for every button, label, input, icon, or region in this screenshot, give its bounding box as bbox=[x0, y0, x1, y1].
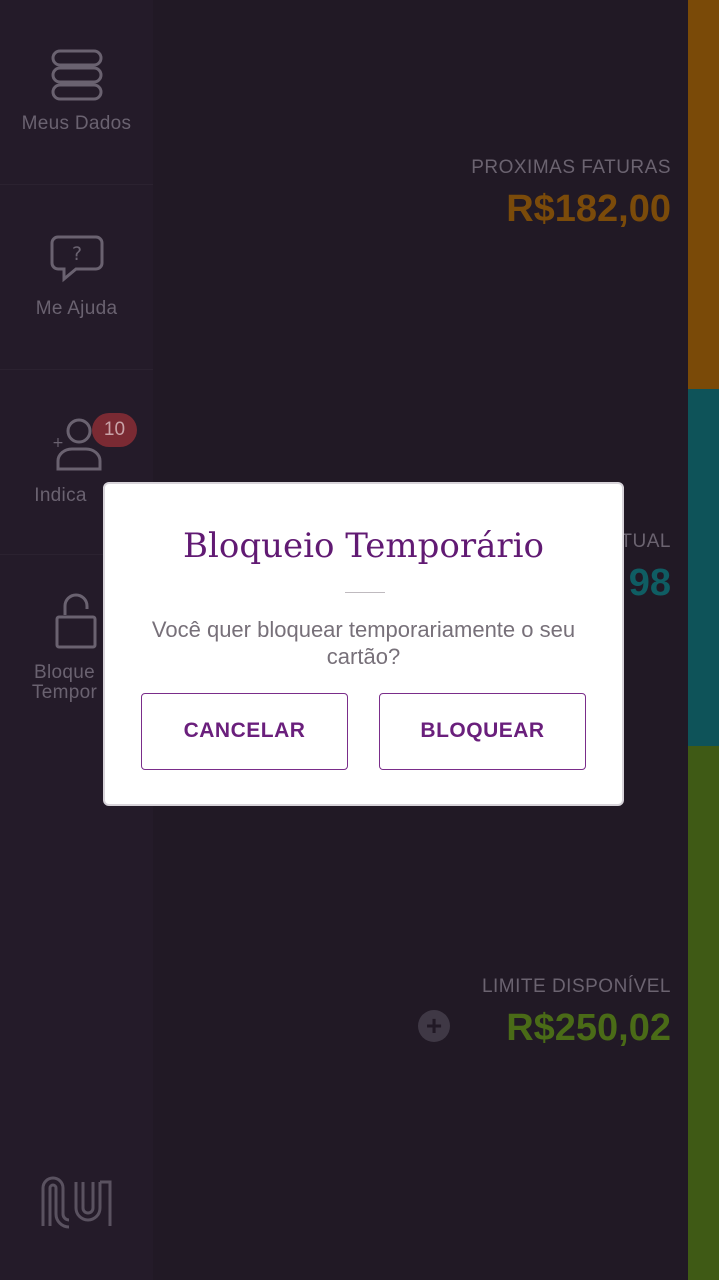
svg-text:?: ? bbox=[72, 243, 82, 265]
database-icon bbox=[51, 49, 103, 106]
nu-logo bbox=[40, 1174, 114, 1237]
cancel-button[interactable]: CANCELAR bbox=[141, 693, 348, 770]
available-limit-label: LIMITE DISPONÍVEL bbox=[481, 976, 671, 997]
next-invoices-label: PROXIMAS FATURAS bbox=[471, 157, 671, 178]
current-invoice-section[interactable]: TUAL 98 bbox=[620, 531, 671, 605]
dialog-divider bbox=[345, 592, 385, 593]
color-strip-green bbox=[688, 746, 719, 1280]
available-limit-amount: R$250,02 bbox=[506, 1007, 671, 1049]
next-invoices-section[interactable]: PROXIMAS FATURAS R$182,00 bbox=[471, 157, 671, 231]
dialog-message: Você quer bloquear temporariamente o seu… bbox=[151, 617, 576, 669]
sidebar-item-label: Meus Dados bbox=[21, 113, 132, 134]
block-card-dialog: Bloqueio Temporário Você quer bloquear t… bbox=[103, 482, 624, 806]
current-invoice-amount: 98 bbox=[628, 562, 671, 604]
svg-text:+: + bbox=[52, 435, 64, 451]
sidebar-item-me-ajuda[interactable]: ? Me Ajuda bbox=[0, 185, 153, 370]
sidebar-item-meus-dados[interactable]: Meus Dados bbox=[0, 0, 153, 185]
color-strip-orange bbox=[688, 0, 719, 389]
increase-limit-button[interactable]: + bbox=[418, 1010, 450, 1042]
block-button[interactable]: BLOQUEAR bbox=[379, 693, 586, 770]
color-strip-teal bbox=[688, 389, 719, 746]
current-invoice-label: TUAL bbox=[620, 531, 671, 552]
dialog-title: Bloqueio Temporário bbox=[182, 526, 545, 566]
available-limit-section[interactable]: LIMITE DISPONÍVEL R$250,02 bbox=[482, 976, 671, 1050]
plus-icon: + bbox=[425, 1010, 443, 1041]
next-invoices-amount: R$182,00 bbox=[506, 188, 671, 230]
sidebar-item-label: Me Ajuda bbox=[35, 298, 118, 319]
unlock-icon bbox=[55, 593, 97, 654]
notification-badge: 10 bbox=[92, 413, 137, 447]
help-chat-icon: ? bbox=[50, 233, 104, 290]
